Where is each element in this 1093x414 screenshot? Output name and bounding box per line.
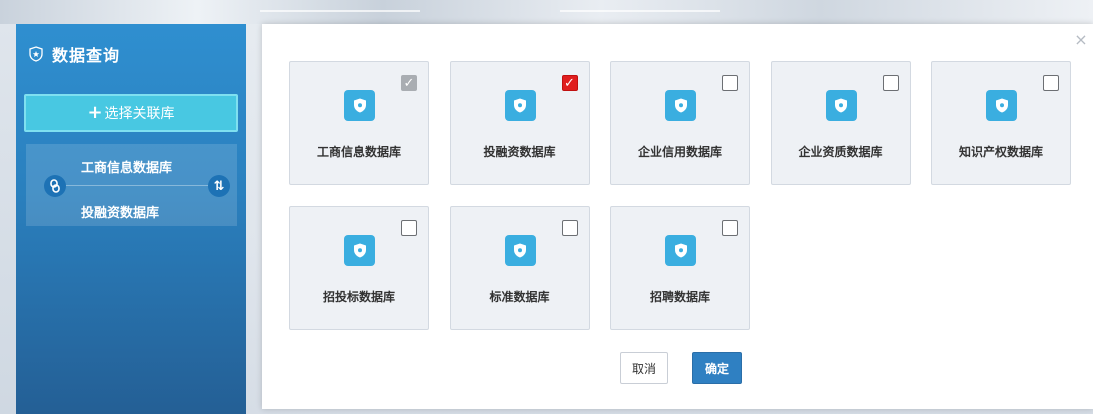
linked-db-panel: 工商信息数据库 ⇅ 投融资数据库: [26, 144, 237, 226]
badge-icon: [665, 235, 696, 266]
select-linked-db-label: 选择关联库: [104, 106, 175, 122]
badge-icon: [344, 90, 375, 121]
link-icon: [44, 175, 66, 197]
db-card[interactable]: ✓ 投融资数据库: [449, 61, 590, 185]
db-card-checkbox[interactable]: [722, 75, 738, 91]
db-card-label: 知识产权数据库: [958, 145, 1043, 159]
cancel-button[interactable]: 取消: [620, 352, 668, 384]
db-card-label: 招投标数据库: [322, 290, 395, 304]
db-card-checkbox[interactable]: ✓: [561, 75, 578, 91]
close-icon[interactable]: ×: [1073, 32, 1089, 48]
db-card-checkbox[interactable]: [561, 220, 578, 236]
background-left: [0, 24, 16, 414]
db-card-label: 工商信息数据库: [316, 145, 401, 159]
select-linked-db-button[interactable]: + 选择关联库: [24, 94, 238, 132]
swap-icon[interactable]: ⇅: [208, 175, 230, 197]
db-card[interactable]: 招聘数据库: [610, 206, 750, 330]
db-card[interactable]: ✓ 工商信息数据库: [289, 61, 429, 185]
db-card-label: 投融资数据库: [483, 145, 556, 159]
badge-icon: [344, 235, 375, 266]
shield-icon: [29, 46, 43, 62]
badge-icon: [665, 90, 696, 121]
sidebar: 数据查询 + 选择关联库 工商信息数据库 ⇅ 投融资数据库: [16, 24, 246, 414]
db-card[interactable]: 企业信用数据库: [610, 61, 750, 185]
linked-db-item[interactable]: 投融资数据库: [81, 202, 159, 221]
db-card-checkbox[interactable]: [401, 220, 417, 236]
db-card[interactable]: 招投标数据库: [289, 206, 429, 330]
db-card-label: 标准数据库: [489, 290, 550, 304]
db-card-checkbox[interactable]: [1043, 75, 1059, 91]
confirm-button[interactable]: 确定: [692, 352, 742, 384]
badge-icon: [504, 235, 536, 266]
db-card-label: 企业信用数据库: [637, 145, 722, 159]
select-db-dialog: × ✓ 工商信息数据库 ✓ 投融资数据库 企业信用数据库 企业资质数据库 知识产权数据库招投…: [262, 24, 1093, 409]
link-line: [56, 185, 216, 186]
db-card-checkbox[interactable]: ✓: [401, 75, 417, 91]
badge-icon: [825, 90, 857, 121]
background-streak: [260, 10, 420, 12]
db-card[interactable]: 企业资质数据库: [770, 61, 911, 185]
linked-db-item[interactable]: 工商信息数据库: [81, 157, 172, 176]
db-card-label: 企业资质数据库: [798, 145, 883, 159]
badge-icon: [504, 90, 536, 121]
db-card[interactable]: 知识产权数据库: [931, 61, 1071, 185]
db-card-checkbox[interactable]: [722, 220, 738, 236]
db-card[interactable]: 标准数据库: [449, 206, 590, 330]
sidebar-header: 数据查询: [28, 42, 120, 66]
background-top: [0, 0, 1093, 24]
db-card-checkbox[interactable]: [882, 75, 899, 91]
sidebar-title: 数据查询: [52, 46, 121, 65]
background-streak: [560, 10, 720, 12]
db-card-label: 招聘数据库: [649, 290, 710, 304]
plus-icon: +: [87, 102, 103, 123]
badge-icon: [986, 90, 1017, 121]
